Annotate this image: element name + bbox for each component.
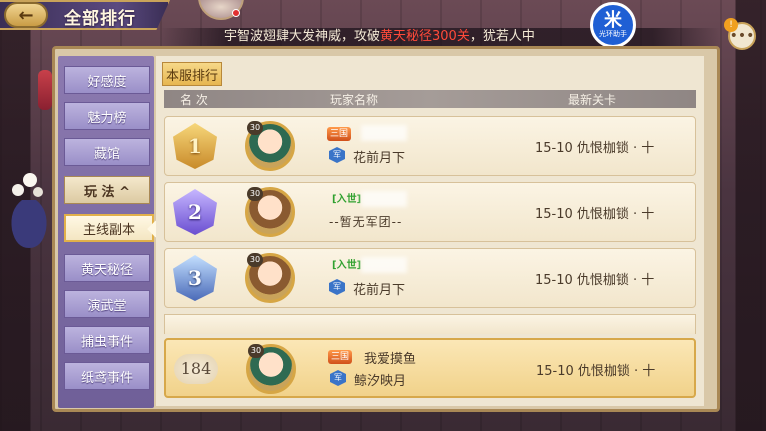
column-header: 名 次 玩家名称 最新关卡 [164,90,696,108]
page-title: 全部排行 [64,9,136,29]
self-rank-number: 184 [174,354,218,384]
table-row[interactable]: 2 30 [入世] --暂无军团-- 15-10 仇恨枷锁 · 十 [164,182,696,242]
table-row[interactable]: 3 30 [入世] 军 花前月下 15-10 仇恨枷锁 · 十 [164,248,696,308]
self-rank-row[interactable]: 184 30 三国 我爱摸鱼 军 鲸汐映月 15-10 仇恨枷锁 · 十 [164,338,696,398]
header-player: 玩家名称 [330,93,379,107]
guild-icon: 军 [329,279,345,295]
announcement-marquee: 宇智波翅肆大发神威，攻破黄天秘径300关，犹若人中 [160,28,720,46]
sidebar-item-collection[interactable]: 藏馆 [64,138,150,166]
sidebar-item-favorability[interactable]: 好感度 [64,66,150,94]
server-tag: [入世] [332,194,362,205]
sidebar-group-gameplay[interactable]: 玩 法 ^ [64,176,150,204]
guild-name: --暂无军团-- [329,215,403,229]
guild-name: 花前月下 [353,151,406,166]
chat-button[interactable]: ••• ! [724,18,756,50]
player-avatar[interactable] [198,0,244,20]
level-badge: 30 [247,253,263,267]
sidebar-item-charm[interactable]: 魅力榜 [64,102,150,130]
table-row-partial [164,314,696,334]
server-tag: [入世] [332,260,362,271]
top-bar: ← 全部排行 宇智波翅肆大发神威，攻破黄天秘径300关，犹若人中 米 光环助手 … [0,0,766,50]
latest-stage: 15-10 仇恨枷锁 · 十 [536,364,656,379]
level-badge: 30 [248,344,264,358]
rank-medal-blue: 3 [173,255,217,301]
latest-stage: 15-10 仇恨枷锁 · 十 [535,207,655,222]
lantern-decoration [38,70,52,110]
player-name-blurred [361,191,407,207]
sidebar-item-main-dungeon[interactable]: 主线副本 [64,214,154,242]
guild-icon: 军 [330,370,346,386]
sidebar-item-yellow-path[interactable]: 黄天秘径 [64,254,150,282]
header-stage: 最新关卡 [568,93,617,107]
table-row[interactable]: 1 30 三国 军 花前月下 15-10 仇恨枷锁 · 十 [164,116,696,176]
player-name-blurred [361,257,407,273]
vase-decoration [11,173,47,248]
rank-medal-gold: 1 [173,123,217,169]
back-button[interactable]: ← [4,2,48,28]
guild-name: 鲸汐映月 [354,374,407,389]
brand-badge: 米 光环助手 [590,2,636,48]
server-tag: 三国 [327,127,352,141]
tab-server-ranking[interactable]: 本服排行 [162,62,222,86]
guild-icon: 军 [329,147,345,163]
sidebar-item-martial-hall[interactable]: 演武堂 [64,290,150,318]
server-tag: 三国 [328,350,353,364]
category-sidebar: 好感度 魅力榜 藏馆 玩 法 ^ 主线副本 黄天秘径 演武堂 捕虫事件 纸鸢事件 [58,56,154,408]
latest-stage: 15-10 仇恨枷锁 · 十 [535,141,655,156]
notification-dot-icon [232,9,240,17]
rank-medal-purple: 2 [173,189,217,235]
player-name: 我爱摸鱼 [364,352,417,367]
sidebar-item-bug-event[interactable]: 捕虫事件 [64,326,150,354]
latest-stage: 15-10 仇恨枷锁 · 十 [535,273,655,288]
level-badge: 30 [247,121,263,135]
back-arrow-icon: ← [18,4,34,26]
level-badge: 30 [247,187,263,201]
header-rank: 名 次 [180,93,208,107]
chat-badge: ! [724,18,738,32]
guild-name: 花前月下 [353,283,406,298]
player-name-blurred [361,125,407,141]
sidebar-item-kite-event[interactable]: 纸鸢事件 [64,362,150,390]
